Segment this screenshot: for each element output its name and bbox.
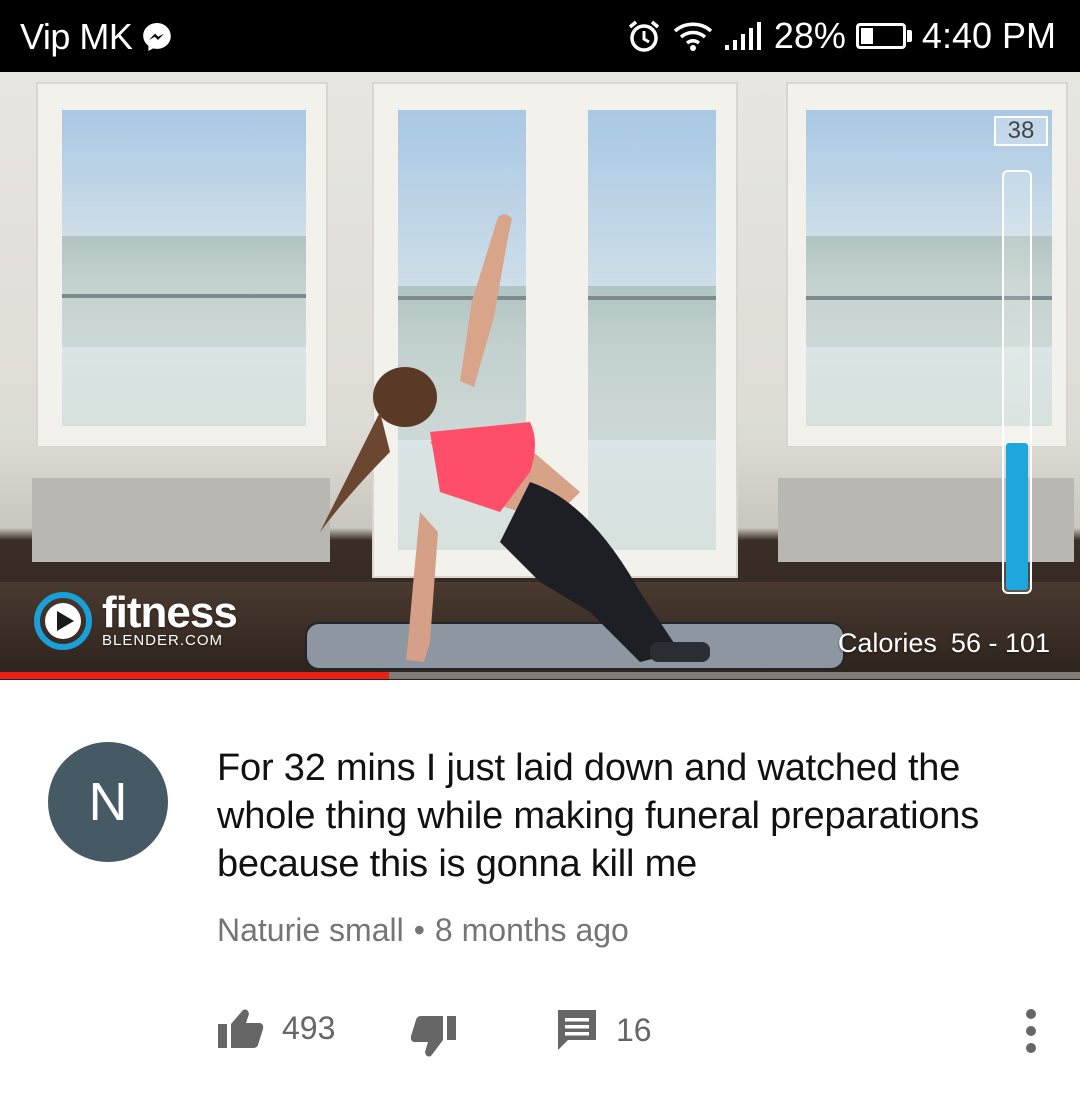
comment-age: 8 months ago <box>434 912 629 948</box>
signal-icon <box>724 22 761 50</box>
thumbs-down-icon <box>410 1016 456 1057</box>
fitness-blender-logo: fitness BLENDER.COM <box>34 588 238 650</box>
interval-meter-fill <box>1006 443 1028 590</box>
dislike-button[interactable] <box>410 1016 458 1058</box>
more-options-icon[interactable] <box>1024 1008 1038 1054</box>
meta-separator: • <box>413 912 425 948</box>
comment-author[interactable]: Naturie small <box>217 912 404 948</box>
battery-icon <box>855 23 912 49</box>
thumbs-up-icon <box>218 1009 264 1048</box>
comment-meta: Naturie small • 8 months ago <box>217 912 629 949</box>
carrier-name: Vip MK <box>20 16 133 57</box>
wifi-icon <box>673 22 713 51</box>
logo-subtext: BLENDER.COM <box>102 632 224 649</box>
video-progress-bar[interactable] <box>0 672 1080 679</box>
clock: 4:40 PM <box>921 15 1056 56</box>
interval-meter <box>1002 170 1032 594</box>
calories-label: Calories <box>837 628 937 658</box>
video-progress-played <box>0 672 389 679</box>
reply-button[interactable]: 16 <box>556 1008 652 1052</box>
battery-percent: 28% <box>773 15 846 56</box>
exercise-figure <box>320 214 710 662</box>
reply-count: 16 <box>616 1011 652 1048</box>
avatar[interactable]: N <box>48 742 168 862</box>
messenger-icon <box>143 23 171 51</box>
calories-value: 56 - 101 <box>950 628 1050 658</box>
comment-icon <box>558 1010 596 1050</box>
like-count: 493 <box>282 1009 336 1046</box>
video-player[interactable]: fitness BLENDER.COM 38 Calories 56 - 101 <box>0 72 1080 680</box>
comment-text: For 32 mins I just laid down and watched… <box>217 747 980 885</box>
play-logo-icon <box>34 592 92 650</box>
status-bar: Vip MK 28% 4:40 PM <box>0 0 1080 72</box>
comment-actions: 493 16 <box>0 1000 1080 1060</box>
logo-text: fitness <box>102 588 238 637</box>
alarm-icon <box>628 20 659 52</box>
calories-display: Calories 56 - 101 <box>838 628 1050 659</box>
interval-timer: 38 <box>994 116 1048 146</box>
like-button[interactable]: 493 <box>216 1008 335 1048</box>
